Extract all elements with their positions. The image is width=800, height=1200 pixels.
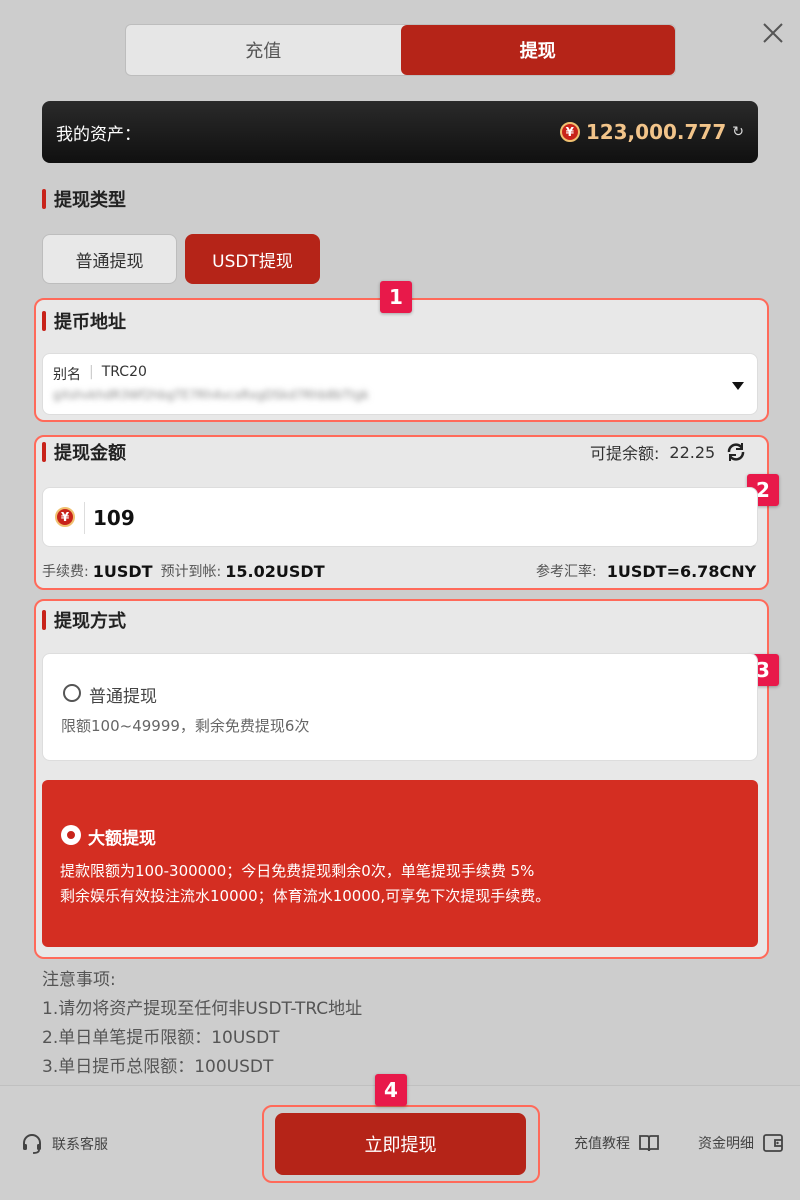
book-icon: [639, 1135, 659, 1152]
yuan-coin-icon: ¥: [55, 507, 75, 527]
radio-selected-icon: [62, 826, 80, 844]
input-divider: [84, 502, 85, 534]
rate-row: 参考汇率: 1USDT=6.78CNY: [536, 561, 756, 581]
address-value: gXshvkhdR3Wf2hbgTE7Rh4vcxRxgDSkd7Rhb8bTt…: [53, 388, 369, 402]
radio-unselected-icon: [63, 684, 81, 702]
address-select[interactable]: 别名 | TRC20 gXshvkhdR3Wf2hbgTE7Rh4vcxRxgD…: [42, 353, 758, 415]
fee-value: 1USDT: [92, 561, 153, 581]
expected-label: 预计到帐:: [160, 564, 222, 580]
alias-label: 别名: [53, 367, 81, 383]
note-item: 2.单日单笔提币限额：10USDT: [42, 1028, 280, 1048]
amount-value: 109: [93, 506, 135, 530]
dropdown-caret-icon: [732, 382, 744, 390]
tab-bar: 充值 提现: [125, 24, 676, 76]
method-title: 提现方式: [42, 607, 126, 633]
notes: 注意事项: 1.请勿将资产提现至任何非USDT-TRC地址 2.单日单笔提币限额…: [42, 966, 362, 1082]
note-item: 1.请勿将资产提现至任何非USDT-TRC地址: [42, 999, 363, 1019]
usdt-withdraw-button[interactable]: USDT提现: [185, 234, 320, 284]
network-label: TRC20: [101, 364, 147, 380]
step-badge-4: 4: [375, 1074, 407, 1106]
customer-service-button[interactable]: 联系客服: [20, 1132, 108, 1156]
yuan-coin-icon: ¥: [559, 122, 580, 142]
deposit-tutorial-label: 充值教程: [574, 1136, 630, 1152]
fund-details-button[interactable]: 资金明细: [698, 1132, 784, 1154]
amount-title: 提现金额: [42, 439, 126, 465]
customer-service-label: 联系客服: [52, 1137, 108, 1153]
fund-details-label: 资金明细: [698, 1136, 754, 1152]
address-title: 提币地址: [42, 308, 126, 334]
asset-value: 123,000.777: [585, 120, 727, 144]
rate-value: 1USDT=6.78CNY: [606, 561, 757, 581]
available-balance: 可提余额: 22.25: [590, 440, 747, 464]
wallet-icon: [763, 1134, 783, 1152]
fee-row: 手续费: 1USDT 预计到帐: 15.02USDT: [42, 561, 325, 581]
fee-label: 手续费:: [42, 564, 89, 580]
tab-deposit[interactable]: 充值: [126, 25, 401, 75]
step-badge-1: 1: [380, 281, 412, 313]
available-value: 22.25: [669, 442, 716, 462]
method-option-large[interactable]: 大额提现 提款限额为100-300000；今日免费提现剩余0次，单笔提现手续费 …: [42, 780, 758, 947]
method-normal-label: 普通提现: [89, 687, 157, 707]
method-option-normal[interactable]: 普通提现 限额100~49999，剩余免费提现6次: [42, 653, 758, 761]
method-normal-desc: 限额100~49999，剩余免费提现6次: [61, 717, 310, 735]
deposit-tutorial-button[interactable]: 充值教程: [574, 1132, 660, 1154]
asset-label: 我的资产：: [56, 124, 141, 145]
refresh-icon[interactable]: ↻: [732, 124, 744, 140]
expected-value: 15.02USDT: [225, 561, 325, 581]
note-item: 3.单日提币总限额：100USDT: [42, 1057, 274, 1077]
submit-withdraw-button[interactable]: 立即提现: [275, 1113, 526, 1175]
method-large-desc-1: 提款限额为100-300000；今日免费提现剩余0次，单笔提现手续费 5%: [60, 862, 535, 880]
close-icon[interactable]: [760, 20, 786, 46]
method-large-label: 大额提现: [88, 829, 156, 849]
method-large-desc-2: 剩余娱乐有效投注流水10000；体育流水10000,可享免下次提现手续费。: [60, 887, 551, 905]
available-label: 可提余额:: [590, 444, 660, 463]
headset-icon: [23, 1134, 41, 1154]
amount-input[interactable]: ¥ 109: [42, 487, 758, 547]
normal-withdraw-button[interactable]: 普通提现: [42, 234, 177, 284]
rate-label: 参考汇率:: [536, 564, 597, 580]
notes-title: 注意事项:: [42, 970, 116, 990]
asset-bar: 我的资产： ¥ 123,000.777 ↻: [42, 101, 758, 163]
withdraw-type-title: 提现类型: [42, 186, 126, 212]
tab-withdraw[interactable]: 提现: [400, 25, 675, 75]
refresh-balance-icon[interactable]: [725, 441, 747, 463]
